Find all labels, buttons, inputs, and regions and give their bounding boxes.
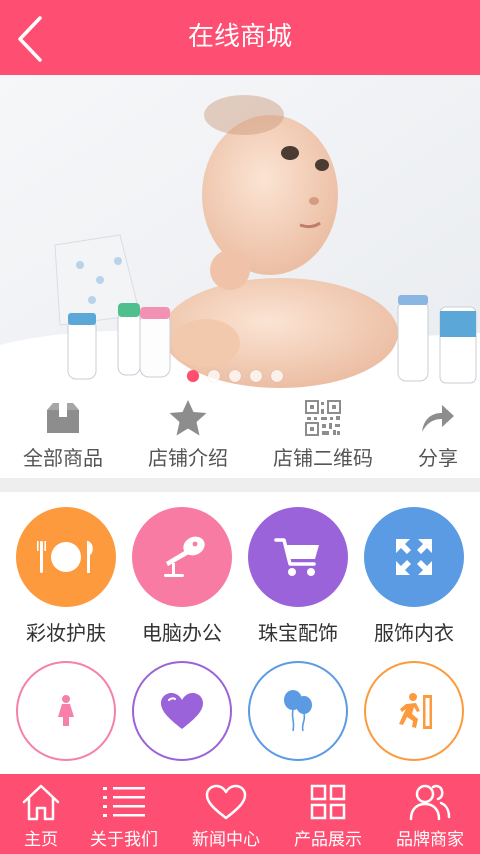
home-icon xyxy=(22,784,60,821)
banner-carousel[interactable] xyxy=(0,75,480,390)
category-clothing-underwear[interactable]: 服饰内衣 xyxy=(364,507,464,646)
microphone-icon xyxy=(164,536,205,577)
tab-brand-merchants-label: 品牌商家 xyxy=(396,830,464,850)
top-header: 在线商城 xyxy=(0,0,480,75)
heart-icon xyxy=(161,693,203,729)
category-computer-office-circle xyxy=(132,507,232,607)
category-makeup-skincare-label: 彩妆护肤 xyxy=(26,621,106,645)
expand-arrows-icon xyxy=(396,539,432,575)
bottom-tab-bar: 主页 关于我们 新闻中心 产品展示 品牌商家 xyxy=(0,774,480,854)
category-jewelry-accessories[interactable]: 珠宝配饰 xyxy=(248,507,348,646)
category-computer-office[interactable]: 电脑办公 xyxy=(132,507,232,646)
grid-icon xyxy=(310,784,346,820)
box-icon xyxy=(47,403,79,433)
section-divider xyxy=(0,478,480,492)
category-row2-item-3[interactable] xyxy=(248,661,348,761)
tab-product-showcase-label: 产品展示 xyxy=(294,830,362,850)
page-title: 在线商城 xyxy=(187,22,292,52)
quick-store-qrcode[interactable]: 店铺二维码 xyxy=(268,398,378,471)
category-row2-item-4[interactable] xyxy=(364,661,464,761)
carousel-indicators xyxy=(187,370,283,382)
carousel-dot-3[interactable] xyxy=(229,370,241,382)
category-jewelry-accessories-circle xyxy=(248,507,348,607)
plate-cutlery-icon xyxy=(37,541,93,573)
woman-icon xyxy=(58,695,74,726)
users-icon xyxy=(409,784,451,821)
quick-share[interactable]: 分享 xyxy=(408,398,468,471)
category-clothing-underwear-circle xyxy=(364,507,464,607)
list-icon xyxy=(103,787,145,817)
shopping-cart-icon xyxy=(274,538,319,576)
balloons-icon xyxy=(284,690,312,732)
share-icon xyxy=(422,405,454,432)
quick-store-intro[interactable]: 店铺介绍 xyxy=(143,398,233,471)
category-makeup-skincare-circle xyxy=(16,507,116,607)
quick-store-qrcode-label: 店铺二维码 xyxy=(273,446,373,470)
quick-all-products-label: 全部商品 xyxy=(23,446,103,470)
carousel-dot-2[interactable] xyxy=(208,370,220,382)
tab-news-center-label: 新闻中心 xyxy=(192,830,260,850)
banner-image xyxy=(0,75,480,390)
carousel-dot-1[interactable] xyxy=(187,370,199,382)
category-computer-office-label: 电脑办公 xyxy=(142,621,222,645)
tab-home[interactable]: 主页 xyxy=(10,774,72,854)
category-jewelry-accessories-label: 珠宝配饰 xyxy=(258,621,338,645)
carousel-dot-5[interactable] xyxy=(271,370,283,382)
category-row2-item-2[interactable] xyxy=(132,661,232,761)
tab-brand-merchants[interactable]: 品牌商家 xyxy=(390,774,470,854)
quick-links-bar: 全部商品 店铺介绍 店铺二维码 分享 xyxy=(0,390,480,478)
quick-share-label: 分享 xyxy=(418,446,458,470)
category-clothing-underwear-label: 服饰内衣 xyxy=(374,621,454,645)
carousel-dot-4[interactable] xyxy=(250,370,262,382)
quick-all-products[interactable]: 全部商品 xyxy=(18,398,108,471)
quick-store-intro-label: 店铺介绍 xyxy=(148,446,228,470)
tab-product-showcase[interactable]: 产品展示 xyxy=(288,774,368,854)
qr-code-icon xyxy=(305,400,341,436)
category-row2-item-1[interactable] xyxy=(16,661,116,761)
tab-home-label: 主页 xyxy=(24,830,58,850)
category-makeup-skincare[interactable]: 彩妆护肤 xyxy=(16,507,116,646)
star-icon xyxy=(169,400,207,436)
tab-about-us-label: 关于我们 xyxy=(90,830,158,850)
running-man-icon xyxy=(399,693,432,729)
tab-news-center[interactable]: 新闻中心 xyxy=(186,774,266,854)
heart-outline-icon xyxy=(205,784,247,820)
tab-about-us[interactable]: 关于我们 xyxy=(84,774,164,854)
